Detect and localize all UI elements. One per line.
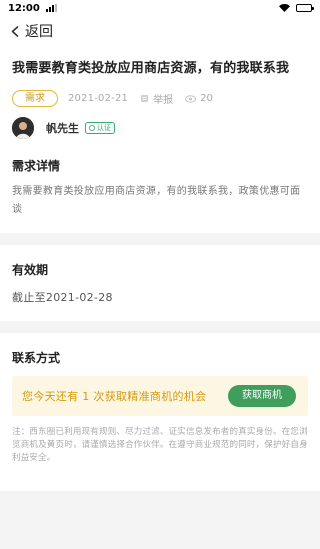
avatar[interactable]: [12, 117, 34, 139]
validity-text: 截止至2021-02-28: [12, 291, 113, 304]
wifi-icon: [279, 4, 290, 12]
status-bar: 12:00: [0, 0, 320, 16]
signal-icon: [45, 4, 57, 12]
verified-label: 认证: [97, 124, 111, 132]
back-arrow-icon[interactable]: [9, 25, 22, 38]
validity-title: 有效期: [12, 263, 49, 277]
views-count: 20: [185, 93, 213, 104]
report-label: 举报: [153, 95, 174, 106]
validity-card: 有效期 截止至2021-02-28: [0, 245, 320, 321]
details-title: 需求详情: [12, 159, 61, 173]
back-button[interactable]: 返回: [25, 21, 53, 41]
contact-title: 联系方式: [12, 351, 61, 365]
details-text: 我需要教育类投放应用商店资源，有的我联系我，政策优惠可面谈: [12, 186, 301, 215]
battery-icon: [296, 4, 314, 12]
author-row[interactable]: 帆先生 认证: [12, 117, 308, 139]
contact-card: 联系方式 您今天还有 1 次获取精准商机的机会 获取商机 注：西东圈已利用现有规…: [0, 333, 320, 491]
verified-icon: [89, 125, 95, 131]
get-opportunity-button[interactable]: 获取商机: [228, 385, 296, 407]
report-icon: [141, 95, 149, 102]
post-date: 2021-02-21: [68, 93, 129, 104]
report-button[interactable]: 举报: [140, 91, 173, 106]
status-time: 12:00: [8, 2, 40, 14]
post-card: 我需要教育类投放应用商店资源，有的我联系我 需求 2021-02-21 举报 2…: [0, 46, 320, 233]
author-name: 帆先生: [46, 122, 79, 135]
post-meta: 需求 2021-02-21 举报 20: [12, 90, 308, 107]
eye-icon: [185, 94, 197, 103]
nav-bar: 返回: [0, 16, 320, 46]
disclaimer-note: 注：西东圈已利用现有规则、尽力过滤、证实信息发布者的真实身份。在您浏览商机及黄页…: [12, 427, 308, 463]
views-value: 20: [200, 93, 213, 104]
banner-text: 您今天还有 1 次获取精准商机的机会: [22, 390, 207, 403]
avatar-image: [12, 117, 34, 139]
demand-tag: 需求: [12, 90, 58, 107]
opportunity-banner: 您今天还有 1 次获取精准商机的机会 获取商机: [12, 376, 308, 416]
verified-badge: 认证: [85, 122, 115, 134]
post-title: 我需要教育类投放应用商店资源，有的我联系我: [12, 61, 290, 76]
